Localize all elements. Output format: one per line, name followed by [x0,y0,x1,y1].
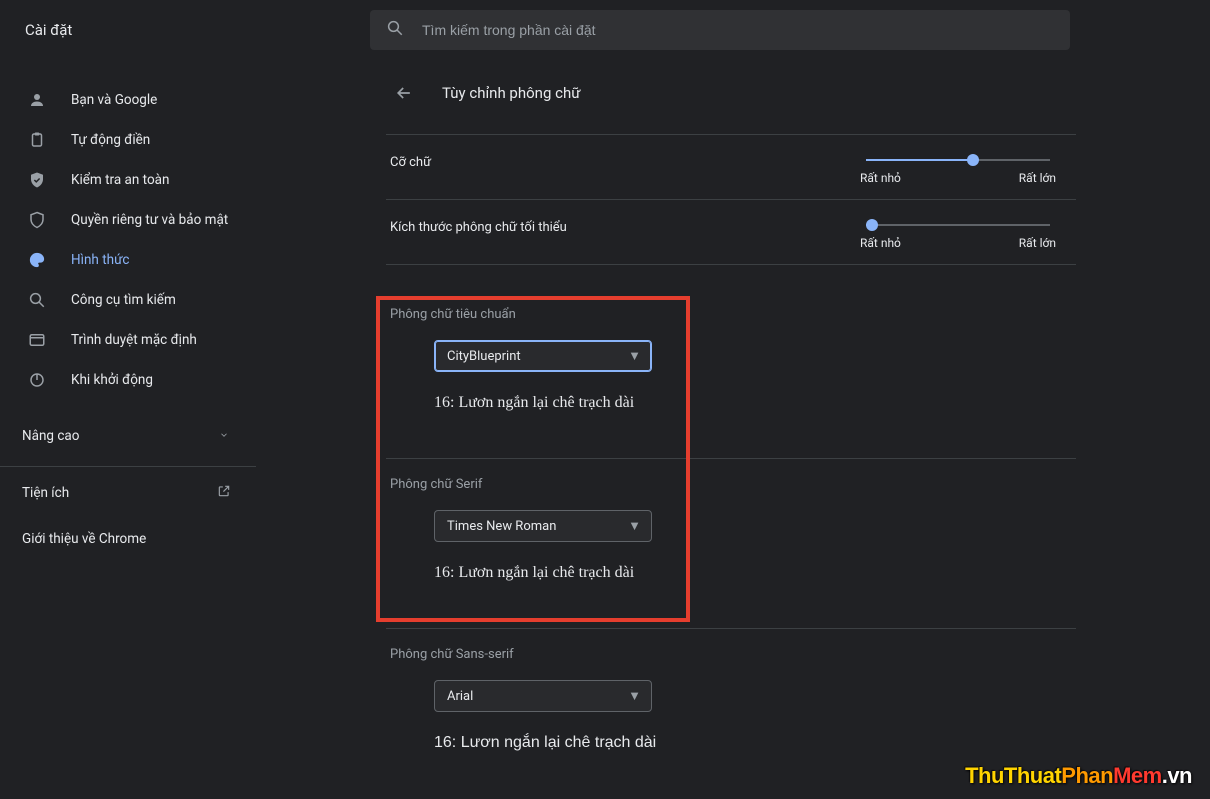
magnifier-icon [27,290,47,310]
standard-font-label: Phông chữ tiêu chuẩn [386,289,1076,340]
sidebar-item-autofill[interactable]: Tự động điền [0,120,256,160]
search-icon [386,19,404,41]
slider-max-label: Rất lớn [1019,236,1056,250]
sidebar-item-label: Quyền riêng tư và bảo mật [71,212,228,228]
select-value: CityBlueprint [447,349,521,364]
sidebar-item-label: Bạn và Google [71,92,157,108]
sans-font-sample: 16: Lươn ngắn lại chê trạch dài [434,734,1076,752]
sidebar-item-appearance[interactable]: Hình thức [0,240,256,280]
sidebar-item-label: Kiểm tra an toàn [71,172,169,188]
chevron-down-icon: ▼ [628,688,641,704]
min-font-size-label: Kích thước phông chữ tối thiểu [390,218,567,235]
min-font-size-row: Kích thước phông chữ tối thiểu Rất nhỏ R… [386,199,1076,264]
serif-font-select[interactable]: Times New Roman ▼ [434,510,652,542]
slider-min-label: Rất nhỏ [860,171,901,185]
serif-font-sample: 16: Lươn ngắn lại chê trạch dài [434,564,1076,582]
power-icon [27,370,47,390]
standard-font-select[interactable]: CityBlueprint ▼ [434,340,652,372]
sidebar-extensions-link[interactable]: Tiện ích [0,473,256,513]
sidebar-about-chrome[interactable]: Giới thiệu về Chrome [0,519,256,559]
sans-font-label: Phông chữ Sans-serif [386,629,1076,680]
sidebar-item-label: Trình duyệt mặc định [71,332,197,348]
clipboard-icon [27,130,47,150]
palette-icon [27,250,47,270]
select-value: Times New Roman [447,519,556,534]
chevron-down-icon: ▼ [628,518,641,534]
search-box[interactable] [370,10,1070,50]
arrow-left-icon [394,83,414,103]
page-title: Tùy chỉnh phông chữ [442,84,581,102]
main-content: Tùy chỉnh phông chữ Cỡ chữ Rất nhỏ Rất l… [386,60,1076,799]
person-icon [27,90,47,110]
sans-font-select[interactable]: Arial ▼ [434,680,652,712]
search-input[interactable] [422,22,1054,38]
sidebar-item-safety-check[interactable]: Kiểm tra an toàn [0,160,256,200]
font-size-slider[interactable] [866,159,1050,161]
sidebar-item-on-startup[interactable]: Khi khởi động [0,360,256,400]
standard-font-section: Phông chữ tiêu chuẩn CityBlueprint ▼ 16:… [386,289,1076,434]
advanced-label: Nâng cao [22,428,79,444]
standard-font-sample: 16: Lươn ngắn lại chê trạch dài [434,394,1076,412]
sans-font-section: Phông chữ Sans-serif Arial ▼ 16: Lươn ng… [386,628,1076,774]
font-size-label: Cỡ chữ [390,153,431,170]
serif-font-section: Phông chữ Serif Times New Roman ▼ 16: Lư… [386,458,1076,604]
extensions-label: Tiện ích [22,485,69,501]
shield-icon [27,210,47,230]
search-wrap [358,10,1210,50]
browser-icon [27,330,47,350]
check-shield-icon [27,170,47,190]
app-title: Cài đặt [25,21,358,39]
min-font-size-slider[interactable] [866,224,1050,226]
font-size-row: Cỡ chữ Rất nhỏ Rất lớn [386,135,1076,199]
chevron-down-icon [219,428,229,444]
title-area: Cài đặt [0,21,358,39]
slider-thumb[interactable] [967,154,979,166]
divider [0,466,256,467]
slider-max-label: Rất lớn [1019,171,1056,185]
slider-thumb[interactable] [866,219,878,231]
top-bar: Cài đặt [0,0,1210,60]
font-size-card: Cỡ chữ Rất nhỏ Rất lớn Kích thước phông [386,134,1076,265]
sidebar-item-label: Khi khởi động [71,372,153,388]
sidebar-item-you-and-google[interactable]: Bạn và Google [0,80,256,120]
sidebar-item-label: Công cụ tìm kiếm [71,292,176,308]
sidebar-item-label: Tự động điền [71,132,150,148]
about-label: Giới thiệu về Chrome [22,531,146,547]
back-button[interactable] [386,75,422,111]
sidebar-item-default-browser[interactable]: Trình duyệt mặc định [0,320,256,360]
sidebar-item-label: Hình thức [71,252,129,268]
serif-font-label: Phông chữ Serif [386,459,1076,510]
external-link-icon [217,484,231,502]
sidebar-advanced-toggle[interactable]: Nâng cao [0,412,256,460]
slider-min-label: Rất nhỏ [860,236,901,250]
sidebar-item-privacy[interactable]: Quyền riêng tư và bảo mật [0,200,256,240]
sidebar-item-search-engine[interactable]: Công cụ tìm kiếm [0,280,256,320]
sidebar: Bạn và Google Tự động điền Kiểm tra an t… [0,60,256,799]
page-header: Tùy chỉnh phông chữ [386,60,1076,126]
chevron-down-icon: ▼ [628,348,641,364]
select-value: Arial [447,689,473,704]
